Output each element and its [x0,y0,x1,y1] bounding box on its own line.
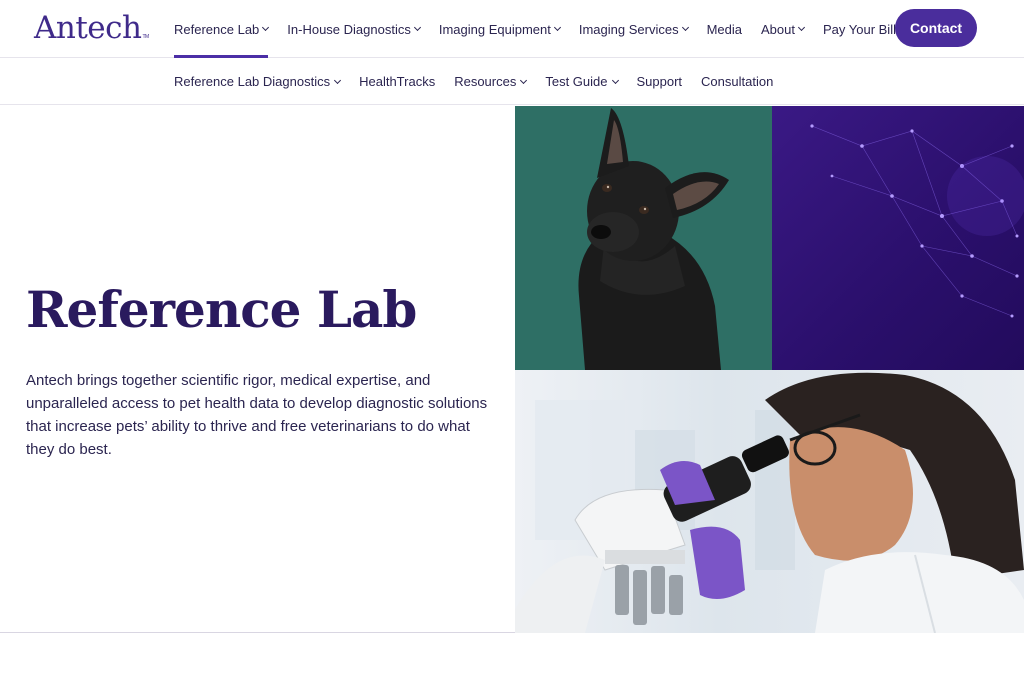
nav-item-reference-lab[interactable]: Reference Lab [174,0,270,58]
subnav-item-label: Test Guide [545,74,608,89]
chevron-down-icon [334,76,342,84]
nav-item-in-house-diagnostics[interactable]: In-House Diagnostics [287,0,421,58]
data-network-image [772,106,1024,370]
nav-item-label: About [761,21,795,37]
chevron-down-icon [611,76,619,84]
nav-item-label: Imaging Services [578,21,679,37]
chevron-down-icon [797,23,806,32]
subnav-item-healthtracks[interactable]: HealthTracks [359,74,435,89]
nav-item-label: Reference Lab [174,21,260,37]
subnav-item-resources[interactable]: Resources [454,74,528,89]
subnav-item-support[interactable]: Support [637,74,683,89]
hero-section: Reference Lab Antech brings together sci… [0,106,1024,633]
nav-item-label: In-House Diagnostics [287,21,411,37]
antech-logo[interactable]: AntechTM [34,10,149,46]
chevron-down-icon [553,23,561,32]
subnav-item-label: Resources [454,74,517,89]
nav-item-about[interactable]: About [761,0,806,58]
hero-description: Antech brings together scientific rigor,… [26,372,488,458]
top-navigation-bar: AntechTM Reference Lab In-House Diagnost… [0,0,1024,58]
subnav-item-consultation[interactable]: Consultation [701,74,773,89]
nav-item-pay-your-bill[interactable]: Pay Your Bill [822,0,907,58]
subnav-item-test-guide[interactable]: Test Guide [545,74,619,89]
page-title: Reference Lab [26,280,417,339]
subnav-item-reference-lab-diagnostics[interactable]: Reference Lab Diagnostics [174,74,342,89]
nav-item-label: Pay Your Bill [822,21,896,37]
chevron-down-icon [262,23,270,32]
nav-item-imaging-services[interactable]: Imaging Services [578,0,689,58]
subnav-item-label: Support [636,74,683,89]
main-nav: Reference Lab In-House Diagnostics Imagi… [174,0,924,58]
nav-item-label: Media [706,21,742,37]
scientist-microscope-image [515,370,1024,633]
black-puppy-image [515,106,772,370]
nav-item-media[interactable]: Media [707,0,742,58]
nav-item-label: Imaging Equipment [438,21,551,37]
subnav-item-label: Reference Lab Diagnostics [174,74,331,89]
chevron-down-icon [413,23,421,32]
chevron-down-icon [520,76,528,84]
logo-wordmark: Antech [34,10,142,46]
nav-item-imaging-equipment[interactable]: Imaging Equipment [438,0,561,58]
puppy-illustration [578,108,729,370]
logo-trademark: TM [142,34,149,40]
subnav-item-label: Consultation [701,74,774,89]
network-illustration [810,124,1024,318]
secondary-navigation-bar: Reference Lab Diagnostics HealthTracks R… [0,58,1024,105]
sub-nav: Reference Lab Diagnostics HealthTracks R… [174,58,792,105]
scientist-illustration [515,372,1024,633]
contact-button[interactable]: Contact [895,9,977,47]
chevron-down-icon [681,23,689,32]
subnav-item-label: HealthTracks [359,74,436,89]
